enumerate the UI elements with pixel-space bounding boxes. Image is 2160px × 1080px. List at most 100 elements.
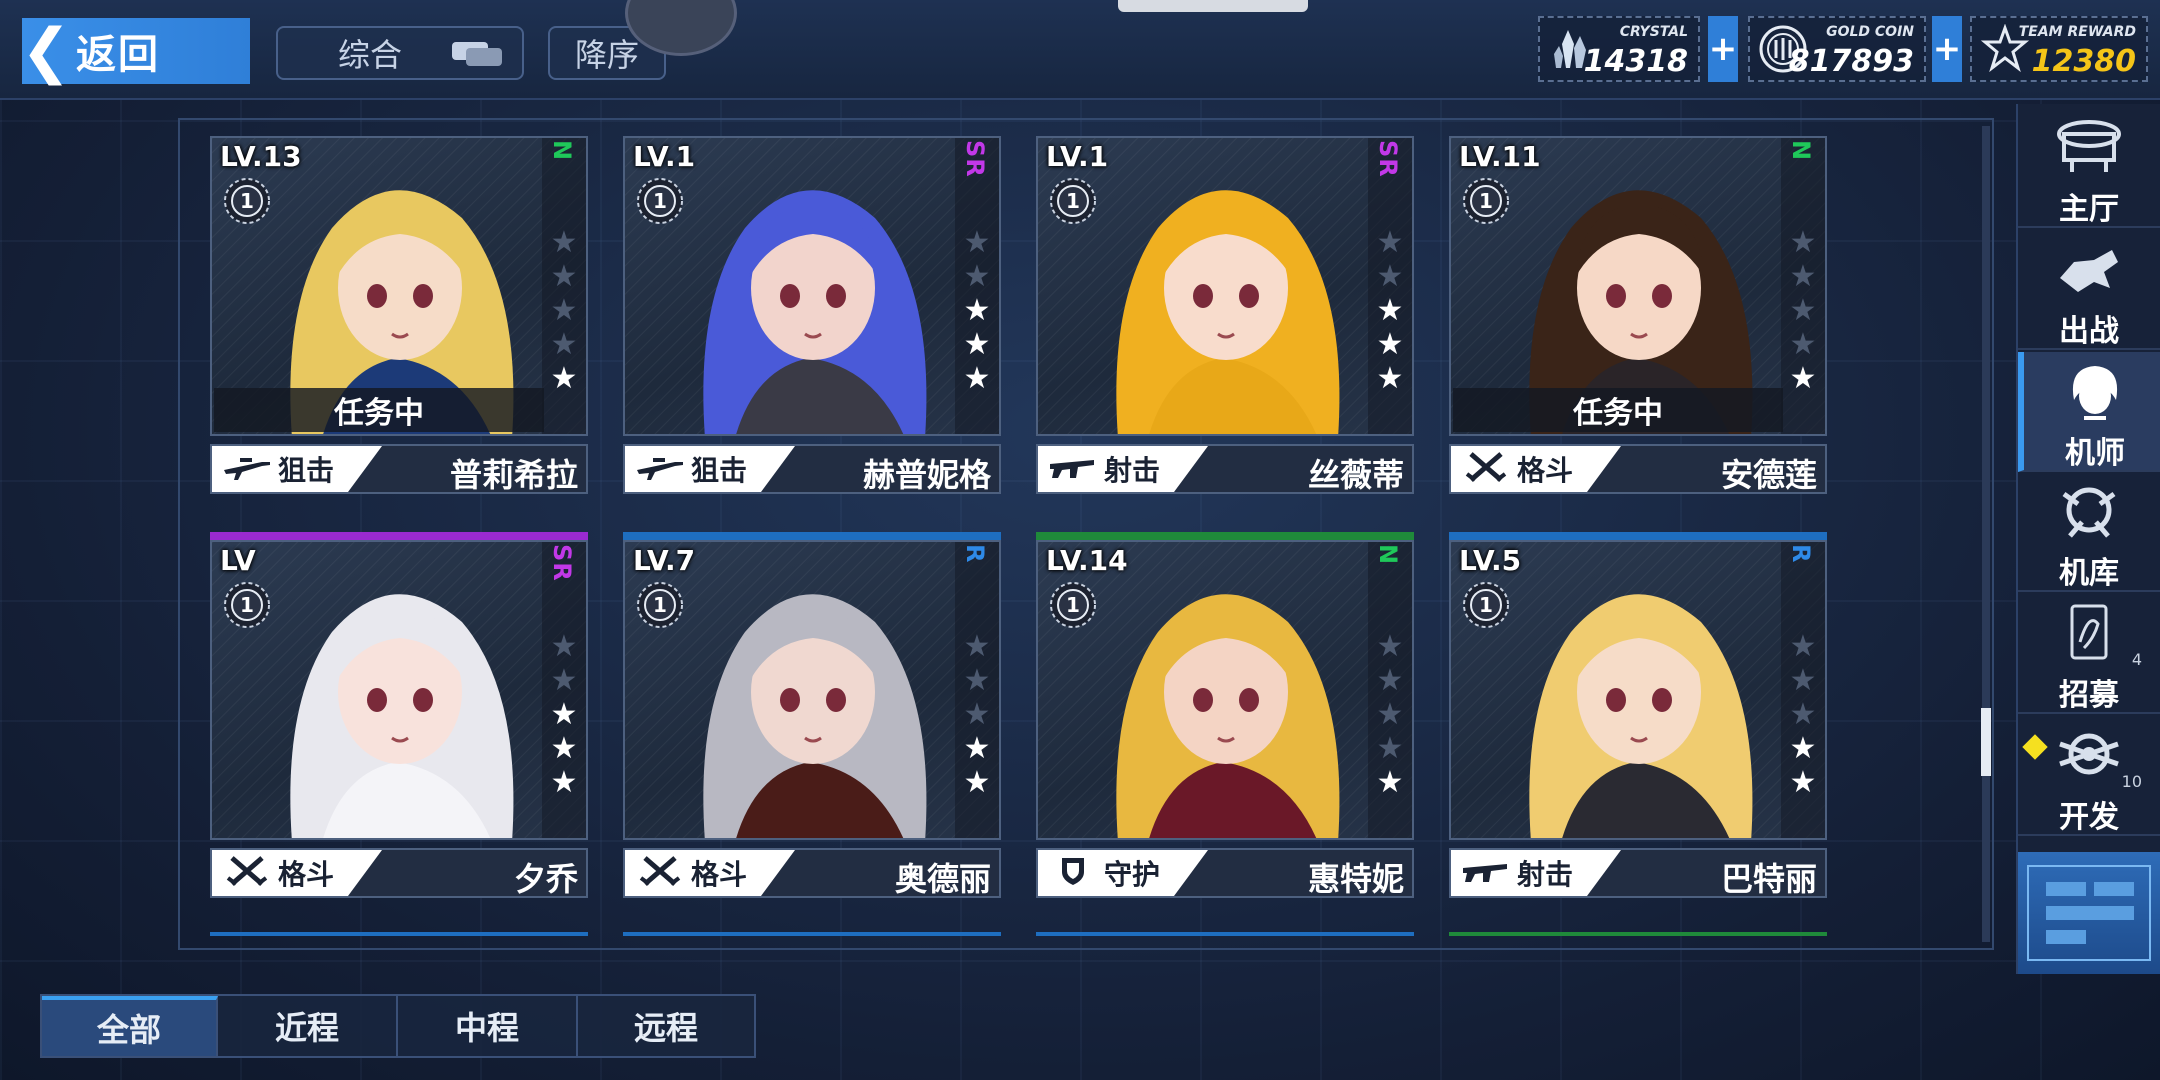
back-label: 返回 — [76, 32, 160, 78]
pilot-card[interactable]: LV 1 SR ★ ★ ★ ★ ★ 格斗 夕乔 — [210, 532, 588, 898]
svg-text:1: 1 — [653, 593, 667, 617]
sort-mode-label: 综合 — [337, 36, 402, 74]
map-grid-icon — [2027, 865, 2151, 961]
sort-mode-button[interactable]: 综合 — [276, 26, 524, 80]
star-icon: ★ — [550, 629, 578, 664]
top-bar: ❮ 返回 综合 降序 CRYSTAL 14318 + GOLD COIN 817… — [0, 0, 2160, 100]
star-icon: ★ — [1789, 629, 1817, 664]
pilot-info-bar: 射击 巴特丽 — [1449, 848, 1827, 898]
status-indicator — [1118, 0, 1308, 12]
star-icon: ★ — [1376, 697, 1404, 732]
tab-long-range[interactable]: 远程 — [578, 996, 754, 1056]
star-icon: ★ — [1376, 293, 1404, 328]
nav-item-hangar[interactable]: 机库 — [2018, 472, 2160, 592]
star-rating: ★ ★ ★ ★ ★ — [1370, 228, 1410, 434]
nav-item-sortie[interactable]: 出战 — [2018, 230, 2160, 350]
pilot-portrait: LV.7 1 R ★ ★ ★ ★ ★ — [623, 540, 1001, 840]
rarity-stripe — [1036, 532, 1414, 540]
nav-label: 主厅 — [2059, 192, 2119, 227]
role-tag: 守护 — [1038, 850, 1208, 896]
plus-icon: + — [1708, 29, 1738, 69]
rarity-label: R — [961, 544, 989, 564]
pilot-name: 巴特丽 — [1720, 860, 1817, 898]
scrollbar-thumb[interactable] — [1981, 708, 1991, 776]
star-rating: ★ ★ ★ ★ ★ — [957, 632, 997, 838]
nav-item-recruit-card[interactable]: 招募 4 — [2018, 594, 2160, 714]
back-button[interactable]: ❮ 返回 — [21, 16, 250, 86]
star-icon: ★ — [1789, 663, 1817, 698]
star-icon: ★ — [1376, 259, 1404, 294]
rank-badge-icon: 1 — [1050, 582, 1096, 628]
pilot-level: LV.1 — [633, 140, 696, 173]
star-icon: ★ — [550, 361, 578, 396]
star-icon: ★ — [550, 225, 578, 260]
rarity-label: N — [1374, 544, 1402, 566]
nav-item-develop[interactable]: 开发 10 — [2018, 716, 2160, 836]
tab-short-range[interactable]: 近程 — [218, 996, 398, 1056]
pilot-card[interactable]: LV.13 1 N ★ ★ ★ ★ ★ 任务中 狙击 普莉希拉 — [210, 136, 588, 494]
pilot-card[interactable]: LV.14 1 N ★ ★ ★ ★ ★ 守护 惠特妮 — [1036, 532, 1414, 898]
svg-text:1: 1 — [1479, 593, 1493, 617]
star-icon: ★ — [550, 293, 578, 328]
crossed-swords-icon — [635, 856, 685, 890]
gold-coin-caption: GOLD COIN — [1826, 24, 1914, 40]
pilot-card[interactable]: LV.7 1 R ★ ★ ★ ★ ★ 格斗 奥德丽 — [623, 532, 1001, 898]
pilot-info-bar: 射击 丝薇蒂 — [1036, 444, 1414, 494]
pilot-portrait: LV 1 SR ★ ★ ★ ★ ★ — [210, 540, 588, 840]
tab-all[interactable]: 全部 — [42, 996, 218, 1056]
star-icon: ★ — [1376, 663, 1404, 698]
pilot-card[interactable]: LV.11 1 N ★ ★ ★ ★ ★ 任务中 格斗 安德莲 — [1449, 136, 1827, 494]
svg-text:1: 1 — [1479, 189, 1493, 213]
crystal-counter: CRYSTAL 14318 — [1538, 16, 1700, 82]
role-label: 守护 — [1104, 858, 1161, 891]
gold-coin-value: 817893 — [1788, 44, 1914, 79]
pilot-info-bar: 格斗 夕乔 — [210, 848, 588, 898]
role-tag: 格斗 — [212, 850, 382, 896]
pilot-portrait: LV.5 1 R ★ ★ ★ ★ ★ — [1449, 540, 1827, 840]
rank-badge-icon: 1 — [224, 178, 270, 224]
star-icon: ★ — [1789, 765, 1817, 800]
role-tag: 格斗 — [1451, 446, 1621, 492]
star-icon: ★ — [1376, 225, 1404, 260]
pilot-card[interactable]: LV.1 1 SR ★ ★ ★ ★ ★ 狙击 赫普妮格 — [623, 136, 1001, 494]
rarity-label: N — [548, 140, 576, 162]
star-icon: ★ — [1376, 361, 1404, 396]
rarity-stripe — [1449, 532, 1827, 540]
star-icon: ★ — [550, 697, 578, 732]
pilot-card[interactable]: LV.5 1 R ★ ★ ★ ★ ★ 射击 巴特丽 — [1449, 532, 1827, 898]
pilot-name: 安德莲 — [1720, 456, 1817, 494]
star-icon: ★ — [963, 629, 991, 664]
pilot-card[interactable]: LV.1 1 SR ★ ★ ★ ★ ★ 射击 丝薇蒂 — [1036, 136, 1414, 494]
rank-badge-icon: 1 — [637, 178, 683, 224]
pilot-info-bar: 格斗 安德莲 — [1449, 444, 1827, 494]
star-icon: ★ — [963, 663, 991, 698]
tab-mid-range[interactable]: 中程 — [398, 996, 578, 1056]
nav-map-thumbnail[interactable] — [2018, 852, 2160, 974]
role-label: 格斗 — [1517, 454, 1574, 487]
nav-label: 机师 — [2065, 436, 2125, 471]
rank-badge-icon: 1 — [1463, 582, 1509, 628]
scrollbar-track[interactable] — [1982, 126, 1990, 942]
rarity-stripe — [623, 532, 1001, 540]
rarity-label: SR — [961, 140, 989, 178]
rank-badge-icon: 1 — [637, 582, 683, 628]
svg-text:1: 1 — [240, 593, 254, 617]
pilot-level: LV.14 — [1046, 544, 1128, 577]
star-icon: ★ — [963, 361, 991, 396]
rarity-label: R — [1787, 544, 1815, 564]
star-icon: ★ — [963, 731, 991, 766]
pilot-name: 惠特妮 — [1307, 860, 1404, 898]
add-crystal-button[interactable]: + — [1708, 16, 1738, 82]
role-tag: 射击 — [1451, 850, 1621, 896]
mission-status: 任务中 — [214, 388, 544, 432]
plus-icon: + — [1932, 29, 1962, 69]
assault-rifle-icon — [1048, 452, 1098, 486]
pilot-portrait: LV.14 1 N ★ ★ ★ ★ ★ — [1036, 540, 1414, 840]
pilot-portrait: LV.1 1 SR ★ ★ ★ ★ ★ — [623, 136, 1001, 436]
add-gold-button[interactable]: + — [1932, 16, 1962, 82]
nav-item-pilot[interactable]: 机师 — [2018, 352, 2160, 472]
svg-text:1: 1 — [653, 189, 667, 213]
sort-order-label: 降序 — [574, 36, 639, 74]
next-row-card-edge — [1036, 932, 1414, 936]
nav-item-hall[interactable]: 主厅 — [2018, 108, 2160, 228]
